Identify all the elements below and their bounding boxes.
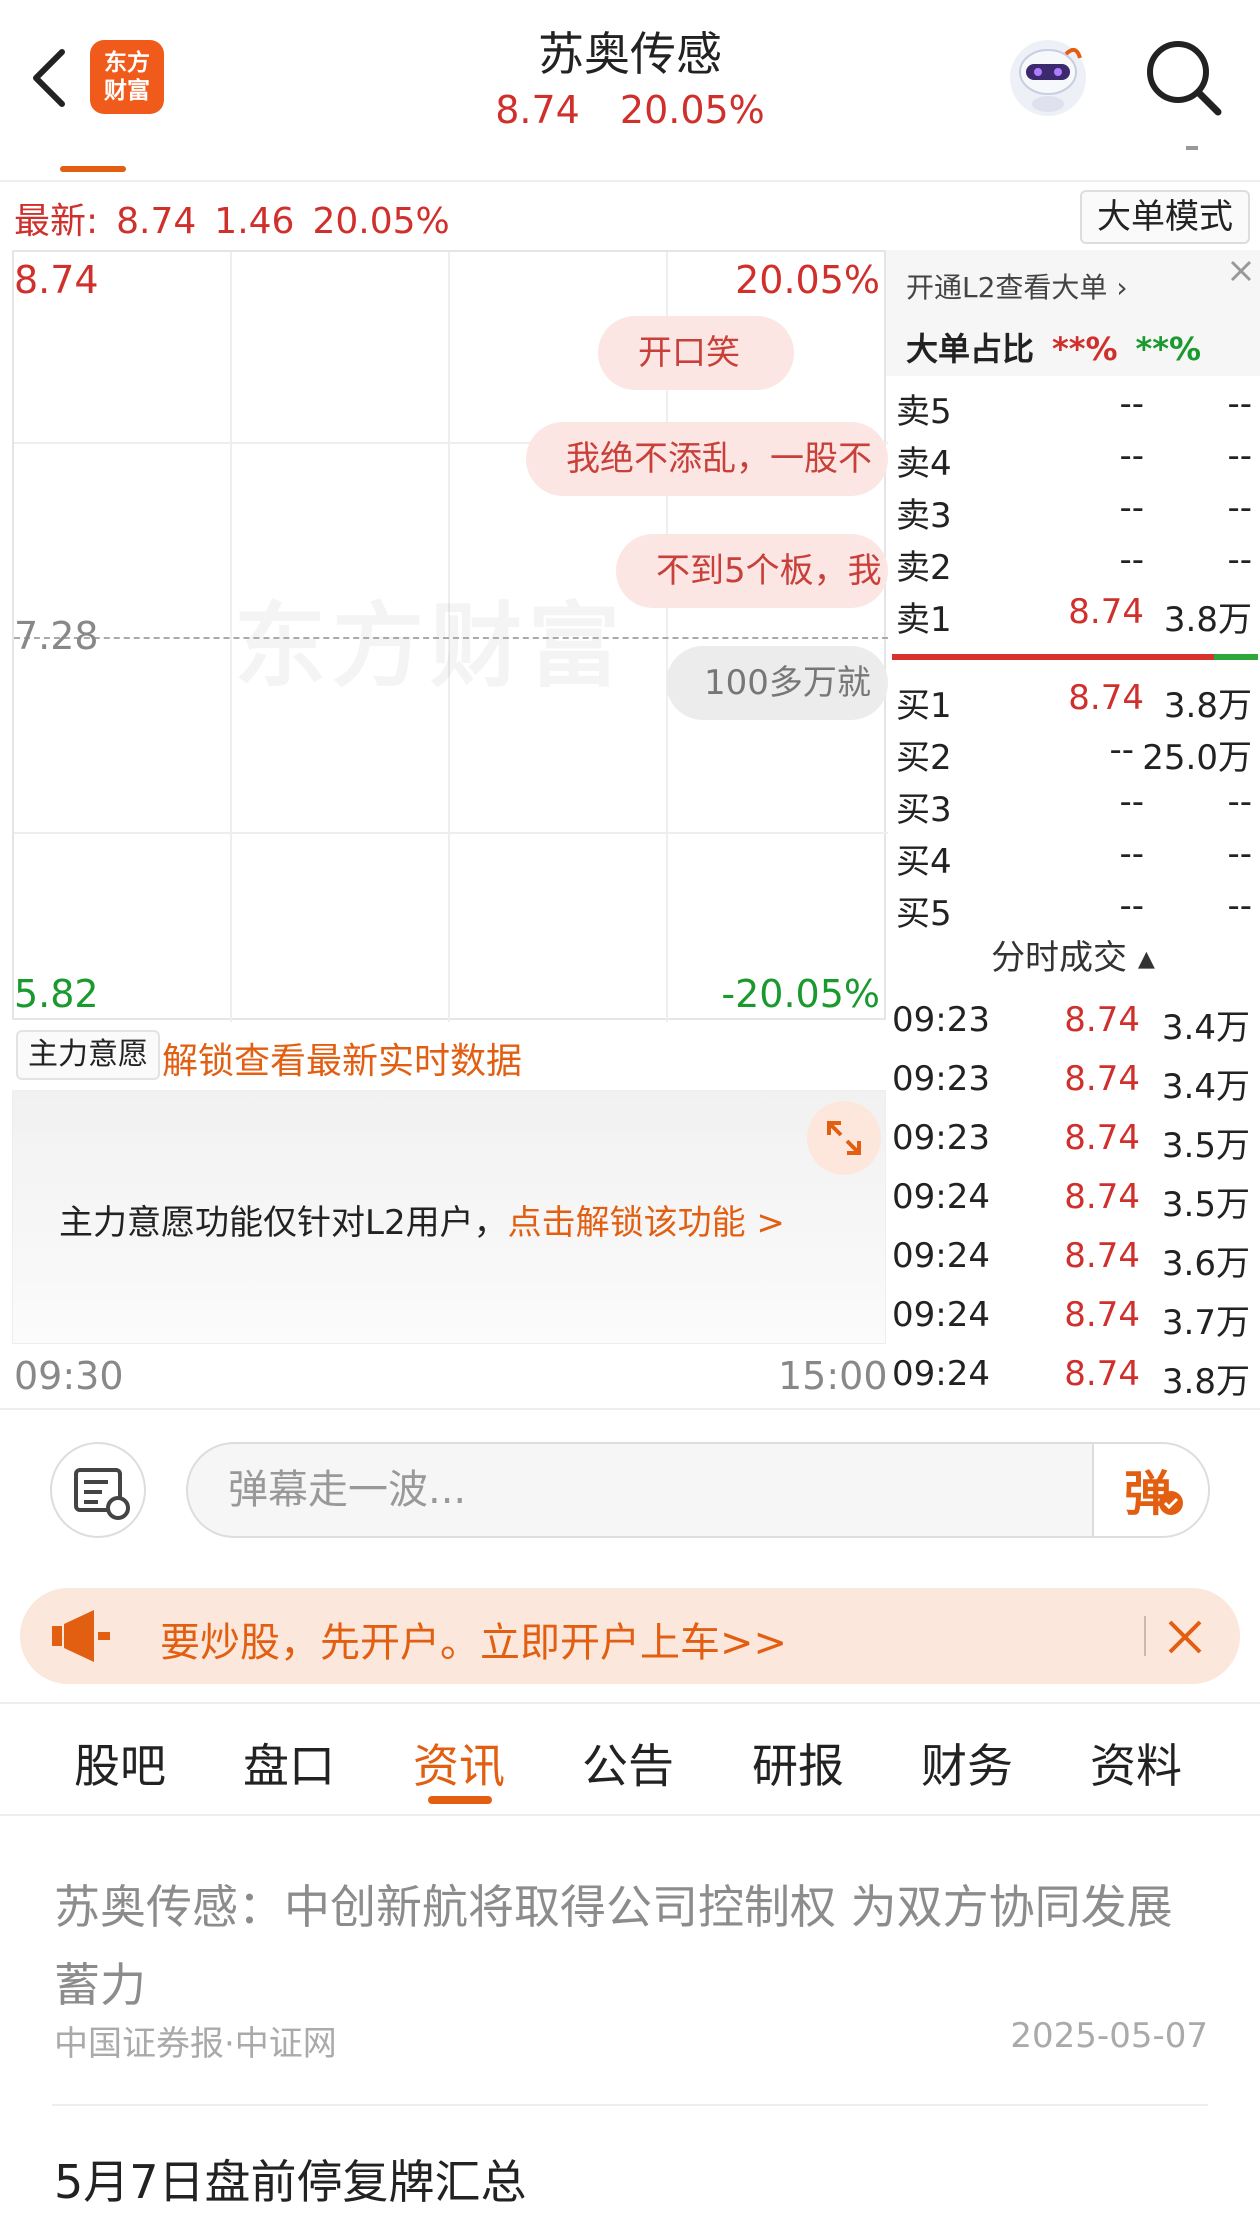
main-force-panel: 主力意愿功能仅针对L2用户，点击解锁该功能 > xyxy=(12,1090,886,1344)
danmu-input[interactable]: 弹幕走一波... xyxy=(186,1442,1210,1538)
tab-profile[interactable]: 资料 xyxy=(1090,1730,1182,1796)
close-l2-button[interactable] xyxy=(1222,252,1260,290)
tick-row: 09:24 8.74 3.8万 xyxy=(892,1354,1250,1402)
divider xyxy=(0,1702,1260,1704)
time-axis-start: 09:30 xyxy=(14,1354,124,1398)
search-icon xyxy=(1147,41,1222,116)
divider xyxy=(1144,1616,1146,1656)
axis-mid-price: 7.28 xyxy=(14,614,99,658)
open-account-banner[interactable]: 要炒股，先开户。立即开户上车>> xyxy=(20,1588,1240,1684)
axis-high-price: 8.74 xyxy=(14,258,99,302)
check-badge-icon xyxy=(1159,1491,1183,1515)
divider xyxy=(0,1408,1260,1410)
news-list: 苏奥传感：中创新航将取得公司控制权 为双方协同发展蓄力 中国证券报·中证网 20… xyxy=(0,1816,1260,2231)
buy-sell-ratio-bar xyxy=(892,654,1258,660)
close-icon xyxy=(1168,1620,1202,1654)
danmu-bubble[interactable]: 开口笑 xyxy=(598,316,794,390)
banner-close-button[interactable] xyxy=(1156,1608,1214,1666)
close-icon xyxy=(1230,260,1252,282)
ratio-label: 大单占比 xyxy=(906,330,1035,368)
l2-notice: 主力意愿功能仅针对L2用户，点击解锁该功能 > xyxy=(59,1203,785,1243)
unlock-feature-link[interactable]: 点击解锁该功能 > xyxy=(508,1203,785,1243)
ask-row: 卖4 -- -- xyxy=(896,436,1252,484)
news-title[interactable]: 苏奥传感：中创新航将取得公司控制权 为双方协同发展蓄力 xyxy=(54,1868,1204,2024)
active-tab-indicator xyxy=(428,1796,492,1804)
danmu-bubble[interactable]: 100多万就 xyxy=(666,646,888,720)
ask-row: 卖5 -- -- xyxy=(896,384,1252,432)
latest-change: 1.46 xyxy=(214,201,295,242)
tick-row: 09:24 8.74 3.5万 xyxy=(892,1177,1250,1225)
divider xyxy=(0,180,1260,182)
intraday-chart[interactable]: 东方财富 8.74 20.05% 7.28 5.82 -20.05% 开口笑 我… xyxy=(12,250,888,1022)
news-date: 2025-05-07 xyxy=(1010,2016,1208,2056)
tick-row: 09:23 8.74 3.5万 xyxy=(892,1118,1250,1166)
open-l2-link[interactable]: 开通L2查看大单 › xyxy=(906,266,1128,306)
axis-low-price: 5.82 xyxy=(14,972,99,1016)
ratio-sell: **% xyxy=(1135,330,1202,368)
time-axis-end: 15:00 xyxy=(778,1354,888,1398)
danmu-bubble[interactable]: 不到5个板，我 xyxy=(616,534,888,608)
danmu-bubble[interactable]: 我绝不添乱，一股不 xyxy=(526,422,888,496)
latest-price: 8.74 xyxy=(116,201,197,242)
danmu-send-button[interactable]: 弹 xyxy=(1092,1444,1208,1536)
ratio-buy: **% xyxy=(1052,330,1118,368)
grid-line xyxy=(14,832,888,834)
divider xyxy=(1186,146,1198,150)
divider xyxy=(52,2104,1208,2106)
prev-close-line xyxy=(14,637,888,639)
megaphone-icon xyxy=(50,1608,114,1664)
latest-label: 最新: xyxy=(14,201,99,242)
tick-row: 09:24 8.74 3.7万 xyxy=(892,1295,1250,1343)
tab-announcement[interactable]: 公告 xyxy=(582,1730,674,1796)
tab-finance[interactable]: 财务 xyxy=(921,1730,1013,1796)
l2-promo: 开通L2查看大单 › 大单占比 **% **% xyxy=(886,250,1260,376)
axis-high-pct: 20.05% xyxy=(735,258,880,302)
section-tabs: 股吧 盘口 资讯 公告 研报 财务 资料 xyxy=(0,1730,1260,1814)
tab-guba[interactable]: 股吧 xyxy=(74,1730,166,1796)
danmu-settings-icon xyxy=(74,1468,130,1520)
ask-row: 卖3 -- -- xyxy=(896,488,1252,536)
bid-row: 买1 8.74 3.8万 xyxy=(896,678,1252,726)
news-source: 中国证券报·中证网 xyxy=(54,2024,337,2064)
ticks-header[interactable]: 分时成交 ▴ xyxy=(886,930,1260,979)
banner-text: 要炒股，先开户。立即开户上车>> xyxy=(160,1620,788,1666)
tick-row: 09:24 8.74 3.6万 xyxy=(892,1236,1250,1284)
latest-quote: 最新: 8.74 1.46 20.05% xyxy=(14,192,468,244)
tab-news[interactable]: 资讯 xyxy=(413,1730,505,1796)
bid-row: 买2 -- 25.0万 xyxy=(896,730,1252,778)
ask-row: 卖2 -- -- xyxy=(896,540,1252,588)
expand-icon xyxy=(827,1121,861,1155)
tick-row: 09:23 8.74 3.4万 xyxy=(892,1059,1250,1107)
sell-portion xyxy=(1214,654,1258,660)
bid-row: 买4 -- -- xyxy=(896,834,1252,882)
search-button[interactable] xyxy=(1140,34,1224,118)
tab-research[interactable]: 研报 xyxy=(752,1730,844,1796)
news-title[interactable]: 5月7日盘前停复牌汇总 xyxy=(54,2146,527,2212)
expand-button[interactable] xyxy=(807,1101,881,1175)
danmu-settings-button[interactable] xyxy=(50,1442,146,1538)
big-order-ratio: 大单占比 **% **% xyxy=(906,324,1219,370)
bid-row: 买3 -- -- xyxy=(896,782,1252,830)
header: 东方 财富 苏奥传感 8.74 20.05% xyxy=(0,0,1260,150)
ask-row: 卖1 8.74 3.8万 xyxy=(896,592,1252,640)
unlock-realtime-link[interactable]: 解锁查看最新实时数据 xyxy=(162,1032,522,1084)
header-price: 8.74 xyxy=(495,88,580,132)
latest-change-pct: 20.05% xyxy=(312,201,450,242)
big-order-mode-button[interactable]: 大单模式 xyxy=(1080,190,1250,244)
axis-low-pct: -20.05% xyxy=(721,972,880,1016)
tab-pankou[interactable]: 盘口 xyxy=(243,1730,335,1796)
header-change-pct: 20.05% xyxy=(619,88,765,132)
order-book-panel: 开通L2查看大单 › 大单占比 **% **% 卖5 -- -- 卖4 -- -- 卖3 --… xyxy=(886,250,1260,1410)
main-force-select[interactable]: 主力意愿 ▼ xyxy=(16,1030,160,1115)
assistant-robot-icon[interactable] xyxy=(1004,32,1092,120)
top-tab-indicator xyxy=(60,166,126,172)
tick-row: 09:23 8.74 3.4万 xyxy=(892,1000,1250,1048)
